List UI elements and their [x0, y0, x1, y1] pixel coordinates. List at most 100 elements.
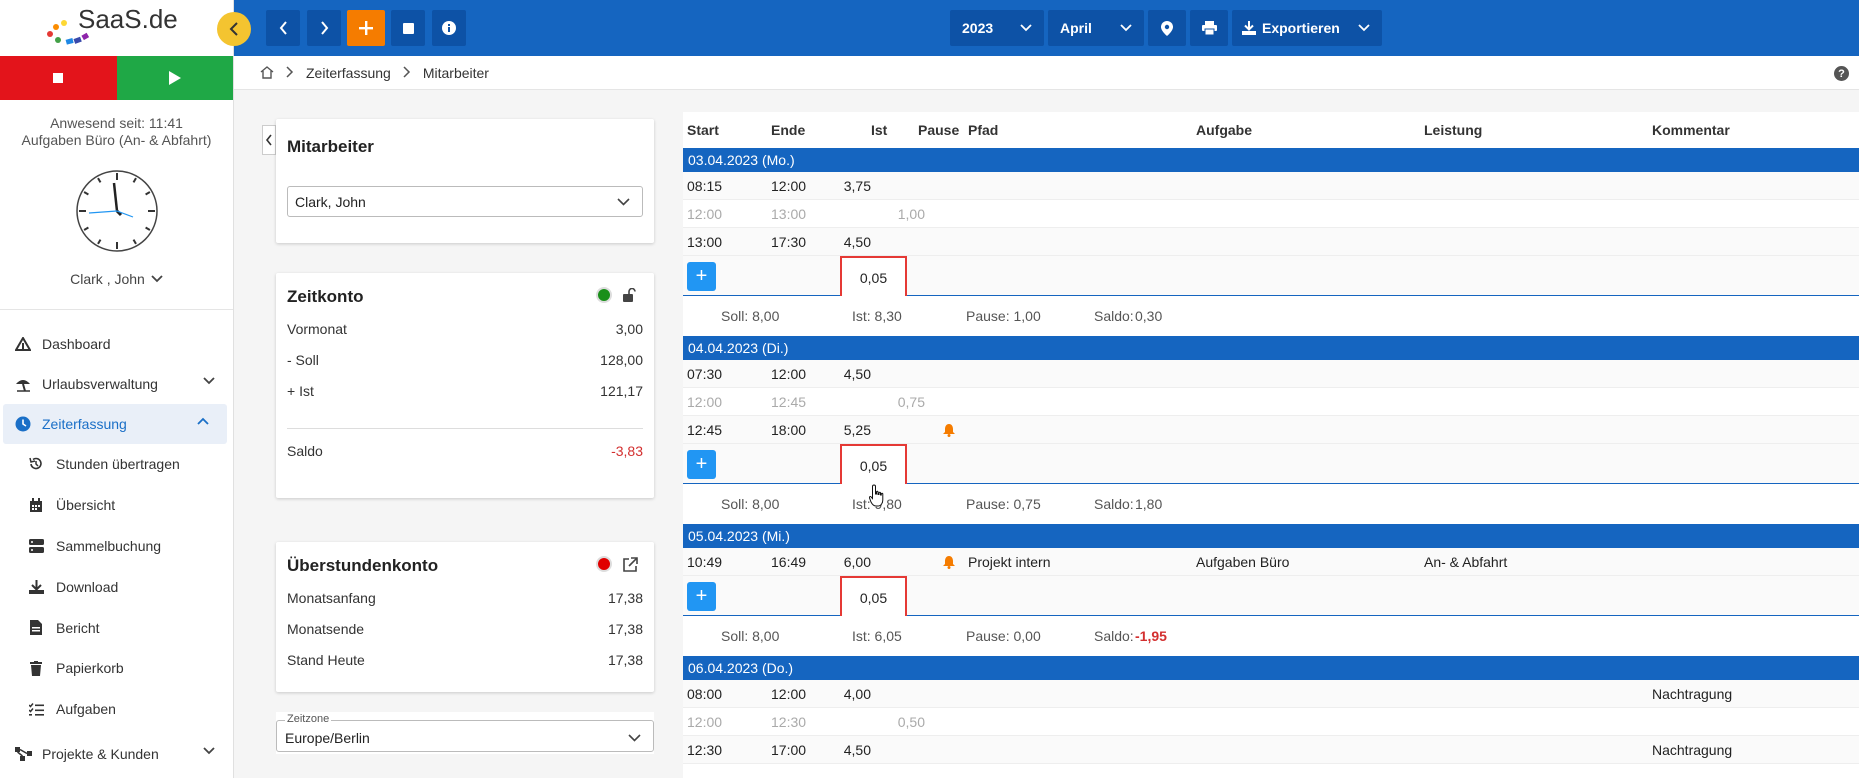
summary-saldo-label: Saldo: [1094, 628, 1134, 644]
nav-dashboard[interactable]: Dashboard [0, 324, 233, 364]
next-button[interactable] [307, 10, 341, 46]
nav-bericht-label: Bericht [56, 619, 100, 636]
cell-pause: 0,50 [897, 714, 925, 730]
pause-row[interactable]: 12:00 12:45 0,75 [683, 388, 1859, 416]
export-label: Exportieren [1262, 20, 1340, 36]
nav-download[interactable]: Download [0, 566, 233, 607]
export-dropdown[interactable]: Exportieren [1232, 10, 1382, 46]
chevron-right-icon [403, 65, 410, 78]
zeitkonto-row: Vormonat 3,00 [287, 321, 643, 337]
beach-umbrella-icon [14, 375, 32, 393]
row-value: 17,38 [607, 590, 643, 606]
nav-papierkorb-label: Papierkorb [56, 660, 124, 677]
location-button[interactable] [1148, 10, 1186, 46]
nav-urlaubsverwaltung[interactable]: Urlaubsverwaltung [0, 364, 233, 404]
cell-ende: 12:00 [771, 366, 807, 382]
nav-projekte-kunden[interactable]: Projekte & Kunden [0, 734, 233, 774]
nav-aufgaben[interactable]: Aufgaben [0, 689, 233, 730]
zeitkonto-card: Zeitkonto Vormonat 3,00 - Soll 128,00 + Is… [276, 273, 654, 498]
download-icon [1242, 21, 1256, 35]
col-start: Start [687, 122, 719, 138]
report-file-icon [28, 620, 44, 636]
cell-start: 12:00 [687, 206, 723, 222]
sidebar-collapse-button[interactable] [217, 12, 251, 46]
user-dropdown[interactable]: Clark , John [0, 271, 233, 287]
cell-kommentar: Nachtragung [1652, 742, 1733, 758]
year-select[interactable]: 2023 [950, 10, 1044, 46]
rounding-value: 0,05 [859, 457, 888, 474]
nav-uebersicht[interactable]: Übersicht [0, 485, 233, 526]
zeitkonto-row: - Soll 128,00 [287, 352, 643, 368]
previous-button[interactable] [266, 10, 300, 46]
summary-saldo-label: Saldo: [1094, 308, 1134, 324]
add-entry-button[interactable]: + [687, 582, 716, 611]
zeitkonto-saldo-row: Saldo -3,83 [287, 443, 643, 459]
time-entry-row[interactable]: 07:30 12:00 4,50 [683, 360, 1859, 388]
stop-timer-button[interactable] [0, 56, 117, 100]
zeitkonto-row: + Ist 121,17 [287, 383, 643, 399]
month-select[interactable]: April [1048, 10, 1144, 46]
add-entry-button[interactable]: + [687, 450, 716, 479]
presence-since: Anwesend seit: 11:41 [50, 115, 183, 131]
row-label: Stand Heute [287, 652, 365, 668]
time-entry-row[interactable]: 13:00 17:30 4,50 [683, 228, 1859, 256]
info-button[interactable] [432, 10, 466, 46]
chevron-down-icon [617, 197, 630, 206]
rounding-value-highlight[interactable]: 0,05 [840, 256, 907, 299]
row-label: + Ist [287, 383, 314, 399]
add-entry-button[interactable] [347, 10, 385, 46]
logo[interactable]: SaaS.de [0, 0, 233, 56]
cell-kommentar: Nachtragung [1652, 686, 1733, 702]
external-link-icon[interactable] [623, 557, 638, 572]
mitarbeiter-select[interactable]: Clark, John [287, 186, 643, 217]
ueberstunden-title: Überstundenkonto [287, 556, 439, 575]
pause-row[interactable]: 12:00 12:30 0,50 [683, 708, 1859, 736]
stop-icon [402, 22, 414, 34]
presence-status: Anwesend seit: 11:41 Aufgaben Büro (An- … [0, 100, 233, 149]
logo-text: SaaS.de [78, 4, 178, 34]
day-summary-row: Soll: 8,00 Ist: 9,80 Pause: 0,75 Saldo: 1,80 [683, 484, 1859, 524]
pause-row[interactable]: 12:00 13:00 1,00 [683, 200, 1859, 228]
history-icon [28, 456, 44, 472]
home-icon[interactable] [260, 66, 274, 79]
time-entry-row[interactable]: 10:49 16:49 6,00 Projekt intern Aufgaben Bür… [683, 548, 1859, 576]
day-summary-row: Soll: 8,00 Ist: 6,05 Pause: 0,00 Saldo: -1,9… [683, 616, 1859, 656]
bell-icon[interactable] [943, 556, 955, 569]
stop-button[interactable] [391, 10, 425, 46]
col-ende: Ende [771, 122, 806, 138]
row-label: Monatsanfang [287, 590, 376, 606]
zeitzone-select[interactable]: Europe/Berlin [276, 720, 654, 752]
time-entry-row[interactable]: 12:30 17:00 4,50 Nachtragung [683, 736, 1859, 764]
start-timer-button[interactable] [116, 56, 233, 100]
rounding-value-highlight[interactable]: 0,05 [840, 444, 907, 487]
row-value: 128,00 [600, 352, 643, 368]
map-pin-icon [1161, 20, 1173, 36]
project-diagram-icon [14, 745, 32, 763]
rounding-value-highlight[interactable]: 0,05 [840, 576, 907, 619]
time-entries-table: Start Ende Ist Pause Pfad Aufgabe Leistu… [683, 112, 1859, 778]
nav-bericht[interactable]: Bericht [0, 607, 233, 648]
task-list-icon [28, 701, 44, 717]
nav-sammelbuchung[interactable]: Sammelbuchung [0, 526, 233, 567]
panel-collapse-button[interactable] [262, 125, 276, 155]
time-entry-row[interactable]: 08:00 12:00 4,00 Nachtragung [683, 680, 1859, 708]
nav-zeiterfassung[interactable]: Zeiterfassung [3, 404, 227, 444]
unlock-icon[interactable] [623, 288, 636, 302]
summary-soll: Soll: 8,00 [721, 628, 780, 644]
nav-stunden-uebertragen[interactable]: Stunden übertragen [0, 444, 233, 485]
zeitzone-label: Zeitzone [285, 713, 332, 725]
breadcrumb-zeiterfassung[interactable]: Zeiterfassung [306, 65, 391, 81]
add-entry-button[interactable]: + [687, 262, 716, 291]
chevron-left-icon [279, 21, 287, 35]
row-value: 121,17 [600, 383, 643, 399]
help-icon[interactable]: ? [1834, 66, 1849, 81]
print-button[interactable] [1190, 10, 1228, 46]
time-entry-row[interactable]: 12:45 18:00 5,25 [683, 416, 1859, 444]
bell-icon[interactable] [943, 424, 955, 437]
zeitkonto-title: Zeitkonto [287, 287, 364, 306]
user-name: Clark , John [70, 271, 145, 287]
time-entry-row[interactable]: 08:15 12:00 3,75 [683, 172, 1859, 200]
cell-ist: 4,50 [843, 234, 871, 250]
zeitkonto-status-indicator [596, 287, 612, 303]
nav-papierkorb[interactable]: Papierkorb [0, 648, 233, 689]
